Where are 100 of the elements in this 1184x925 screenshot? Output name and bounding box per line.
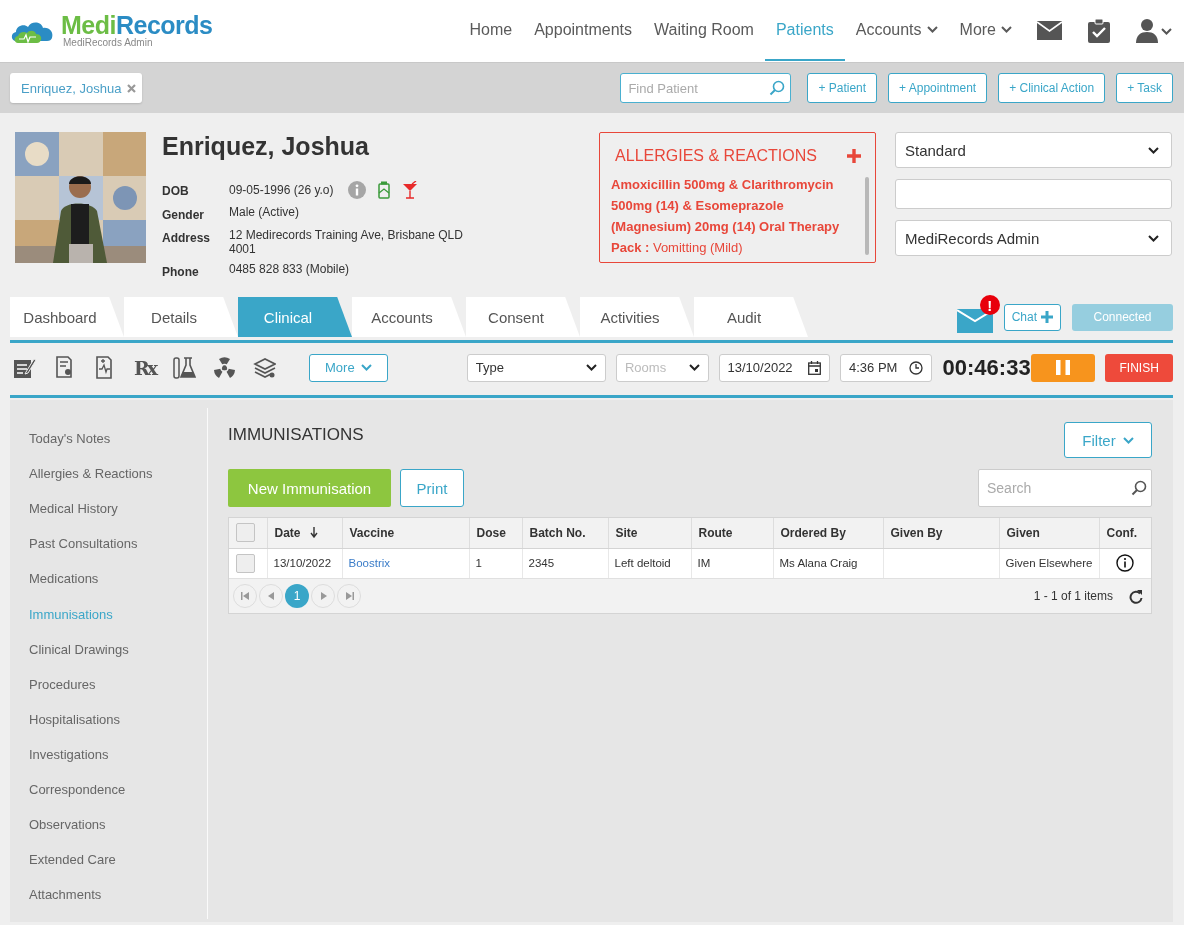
page-button[interactable]: 1 [285,584,309,608]
add-button[interactable]: + Clinical Action [998,73,1106,103]
plus-icon [1041,311,1053,323]
scrollbar[interactable] [865,177,869,255]
column-header[interactable]: Date [274,525,301,540]
tab[interactable]: Dashboard [10,297,124,337]
add-icon[interactable] [846,149,861,163]
chat-button[interactable]: Chat [1003,303,1061,331]
column-header[interactable]: Route [698,525,733,540]
nav-link[interactable]: Waiting Room [643,0,765,61]
note-icon[interactable] [13,356,36,379]
medication-icon[interactable] [377,180,390,199]
pause-button[interactable] [1030,353,1096,382]
tab[interactable]: Consent [466,297,580,337]
cocktail-glass-icon[interactable] [401,180,418,199]
next-page-icon [318,592,328,600]
sidebar-item[interactable]: Clinical Drawings [29,631,207,667]
sidebar-item[interactable]: Past Consultations [29,526,207,562]
pager-button[interactable] [259,584,283,608]
sidebar-item[interactable]: Observations [29,807,207,843]
tab[interactable]: Audit [694,297,808,337]
nav-link[interactable]: More [948,0,1023,61]
type-select[interactable]: Type [466,353,606,382]
column-header[interactable]: Batch No. [529,525,586,540]
refresh-icon[interactable] [1129,588,1143,604]
time-field[interactable]: 4:36 PM [840,353,932,382]
add-button[interactable]: + Patient [807,73,878,103]
tab[interactable]: Accounts [352,297,466,337]
add-button[interactable]: + Appointment [888,73,988,103]
nav-link[interactable]: Patients [764,0,845,61]
column-header[interactable]: Given [1006,525,1040,540]
table-cell: Ms Alana Craig [779,557,858,570]
pager-button[interactable] [311,584,335,608]
field-label: Address [162,229,212,247]
select-field[interactable]: MediRecords Admin [895,220,1172,256]
pager-button[interactable] [337,584,361,608]
find-patient-field[interactable]: Find Patient [620,73,792,103]
filter-button[interactable]: Filter [1064,422,1152,458]
tab[interactable]: Clinical [238,297,352,337]
envelope-icon[interactable] [956,309,993,333]
field-label: DOB [162,182,190,199]
sidebar-item[interactable]: Attachments [29,877,207,913]
prescription-icon[interactable]: Rx [133,356,156,379]
field-value: 12 Medirecords Training Ave, Brisbane QLD 4001 [229,227,464,256]
more-button[interactable]: More [309,353,388,382]
sidebar-item[interactable]: Medical History [29,491,207,527]
table-cell: Left deltoid [614,557,671,570]
column-header[interactable]: Site [615,525,638,540]
field-value: 09-05-1996 (26 y.o) [229,182,334,197]
sidebar-item[interactable]: Hospitalisations [29,701,207,737]
print-button[interactable]: Print [400,469,464,507]
field-value: Male (Active) [229,204,300,221]
sidebar-item[interactable]: Correspondence [29,771,207,808]
user-menu-icon[interactable] [1136,18,1172,43]
column-header[interactable]: Dose [476,525,506,540]
nav-link[interactable]: Home [458,0,524,61]
clipboard-check-icon[interactable] [1088,18,1110,43]
sidebar-item[interactable]: Medications [29,561,207,597]
envelope-icon[interactable] [1037,21,1062,40]
field-value: 0485 828 833 (Mobile) [229,261,351,278]
sidebar-item[interactable]: Procedures [29,666,207,702]
column-header[interactable]: Conf. [1106,525,1138,540]
add-button[interactable]: + Task [1116,73,1173,103]
sidebar-item[interactable]: Investigations [29,736,207,772]
sidebar-item[interactable]: Today's Notes [29,421,207,457]
caret-icon [1122,436,1134,444]
table-cell: 13/10/2022 [273,557,332,570]
table-cell: Given Elsewhere [1005,557,1093,570]
pause-icon [1056,360,1070,375]
checkbox[interactable] [236,553,255,573]
column-header[interactable]: Ordered By [780,525,846,540]
table-cell: 2345 [528,557,555,570]
nav-link[interactable]: Accounts [844,0,949,61]
table-cell: IM [697,557,711,570]
checkbox[interactable] [236,523,255,543]
column-header[interactable]: Vaccine [349,525,395,540]
stacked-books-icon[interactable] [253,356,276,379]
field-label: Phone [162,263,200,279]
radiation-icon[interactable] [213,356,236,379]
last-page-icon [344,592,354,600]
input-field[interactable] [895,179,1172,209]
sidebar-item[interactable]: Allergies & Reactions [29,456,207,492]
tab[interactable]: Activities [580,297,694,337]
open-patient-tab[interactable]: Enriquez, Joshua [10,73,143,103]
vaccine-link[interactable]: Boostrix [348,557,391,570]
column-header[interactable]: Given By [890,525,943,540]
nav-link[interactable]: Appointments [523,0,644,61]
pager-summary: 1 - 1 of 1 items [1033,589,1113,603]
info-icon[interactable] [1116,554,1135,573]
close-icon[interactable] [127,83,137,93]
lab-flask-icon[interactable] [173,356,196,379]
search-icon [769,80,786,96]
tab[interactable]: Details [124,297,238,337]
date-field[interactable]: 13/10/2022 [718,353,830,382]
select-field[interactable]: Standard [895,132,1172,168]
pager-button[interactable] [233,584,257,608]
search-field[interactable]: Search [978,469,1152,507]
sidebar-item[interactable]: Extended Care [29,842,207,878]
finish-button[interactable]: FINISH [1105,353,1173,382]
search-icon [1131,480,1147,496]
